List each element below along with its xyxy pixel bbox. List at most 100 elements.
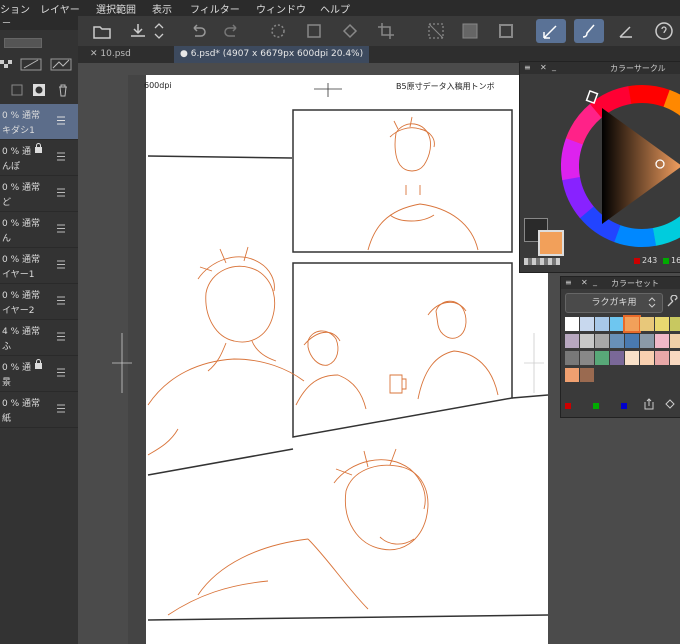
color-swatch[interactable]: [565, 334, 579, 348]
crop-icon[interactable]: [374, 19, 398, 43]
drag-handle-icon[interactable]: [57, 296, 65, 305]
close-icon[interactable]: ✕: [90, 49, 100, 59]
minimize-icon[interactable]: _: [552, 62, 556, 71]
red-swatch-icon[interactable]: [565, 403, 571, 409]
color-swatch[interactable]: [670, 351, 680, 365]
drag-handle-icon[interactable]: [57, 116, 65, 125]
color-swatch[interactable]: [640, 317, 654, 331]
eraser-tool-icon[interactable]: [614, 19, 638, 43]
color-swatch[interactable]: [640, 334, 654, 348]
color-swatch[interactable]: [580, 317, 594, 331]
color-wheel[interactable]: [558, 78, 680, 254]
layer-row[interactable]: 0 % 通常 イヤー1: [0, 248, 78, 284]
stepper-icon[interactable]: [152, 19, 166, 43]
drag-handle-icon[interactable]: [57, 188, 65, 197]
close-icon[interactable]: ✕: [581, 278, 588, 287]
color-swatch[interactable]: [565, 368, 579, 382]
color-swatch[interactable]: [610, 317, 624, 331]
minimize-icon[interactable]: _: [593, 277, 597, 286]
save-icon[interactable]: [126, 19, 150, 43]
color-swatch[interactable]: [610, 334, 624, 348]
green-channel-icon: [663, 258, 669, 264]
drag-handle-icon[interactable]: [57, 152, 65, 161]
color-swatch[interactable]: [610, 351, 624, 365]
close-icon[interactable]: ✕: [540, 63, 547, 72]
color-swatch[interactable]: [670, 334, 680, 348]
menu-item-layer[interactable]: レイヤー: [40, 1, 80, 16]
tab-10psd[interactable]: ✕ 10.psd: [84, 46, 137, 63]
import-icon[interactable]: [643, 397, 655, 411]
layer-row[interactable]: 0 % 通 景: [0, 356, 78, 392]
transform-icon[interactable]: [302, 19, 326, 43]
color-swatch[interactable]: [565, 351, 579, 365]
drag-handle-icon[interactable]: [57, 332, 65, 341]
color-swatch[interactable]: [595, 334, 609, 348]
brush-tool-icon[interactable]: [574, 19, 604, 43]
clear-icon[interactable]: [266, 19, 290, 43]
menu-item-selection[interactable]: 選択範囲: [96, 1, 136, 16]
layer-property-icon[interactable]: [50, 56, 72, 72]
blue-swatch-icon[interactable]: [621, 403, 627, 409]
main-color-swatch[interactable]: [538, 230, 564, 256]
redo-icon[interactable]: [220, 19, 244, 43]
drag-handle-icon[interactable]: [57, 368, 65, 377]
menu-item-view[interactable]: 表示: [152, 1, 172, 16]
selection-border-icon[interactable]: [494, 19, 518, 43]
layer-row[interactable]: 0 % 通常 ど: [0, 176, 78, 212]
trash-icon[interactable]: [56, 82, 70, 97]
menu-bar: ション レイヤー 選択範囲 表示 フィルター ウィンドウ ヘルプ: [0, 0, 680, 16]
tab-6psd[interactable]: ● 6.psd* (4907 x 6679px 600dpi 20.4%): [174, 46, 370, 63]
lock-icon[interactable]: [34, 359, 43, 369]
color-swatch[interactable]: [580, 334, 594, 348]
menu-icon[interactable]: ≡: [524, 63, 531, 72]
color-swatch[interactable]: [655, 351, 669, 365]
menu-item-action[interactable]: ション: [0, 1, 30, 16]
menu-icon[interactable]: ≡: [565, 278, 572, 287]
color-swatch[interactable]: [625, 351, 639, 365]
layer-row[interactable]: 0 % 通常 紙: [0, 392, 78, 428]
pen-tool-icon[interactable]: [536, 19, 566, 43]
mask-link-icon[interactable]: [20, 56, 42, 72]
fill-icon[interactable]: [338, 19, 362, 43]
menu-item-window[interactable]: ウィンドウ: [256, 1, 306, 16]
drag-handle-icon[interactable]: [57, 404, 65, 413]
checker-grid-icon[interactable]: [0, 56, 12, 72]
color-swatch[interactable]: [625, 334, 639, 348]
deselect-icon[interactable]: [424, 19, 448, 43]
layer-row[interactable]: 0 % 通常 イヤー2: [0, 284, 78, 320]
layer-row[interactable]: 0 % 通常 ん: [0, 212, 78, 248]
layer-row[interactable]: 0 % 通 んぽ: [0, 140, 78, 176]
color-swatch[interactable]: [623, 315, 641, 333]
color-swatch[interactable]: [565, 317, 579, 331]
fill-bucket-icon[interactable]: [663, 397, 677, 411]
invert-selection-icon[interactable]: [458, 19, 482, 43]
color-swatch[interactable]: [595, 351, 609, 365]
crop-mark-right: [524, 333, 544, 393]
mask-icon[interactable]: [32, 82, 46, 96]
layer-row[interactable]: 4 % 通常 ふ: [0, 320, 78, 356]
drag-handle-icon[interactable]: [57, 260, 65, 269]
color-swatch[interactable]: [580, 351, 594, 365]
layer-row[interactable]: 0 % 通常 キダシ1: [0, 104, 78, 140]
undo-icon[interactable]: [186, 19, 210, 43]
color-swatch[interactable]: [595, 317, 609, 331]
opacity-slider[interactable]: [4, 38, 42, 48]
help-icon[interactable]: [652, 19, 676, 43]
color-swatch[interactable]: [655, 334, 669, 348]
lock-icon[interactable]: [34, 143, 43, 153]
color-swatch[interactable]: [655, 317, 669, 331]
green-swatch-icon[interactable]: [593, 403, 599, 409]
drag-handle-icon[interactable]: [57, 224, 65, 233]
red-channel-icon: [634, 258, 640, 264]
wrench-icon[interactable]: [665, 295, 679, 309]
transparent-swatch[interactable]: [524, 258, 560, 265]
manga-page[interactable]: 600dpi B5原寸データ入稿用トンボ: [128, 75, 548, 644]
menu-item-filter[interactable]: フィルター: [190, 1, 240, 16]
layer-panel: ー 0 % 通常 キダシ1 0 % 通 んぽ 0 % 通常 ど 0 % 通常 ん: [0, 16, 78, 644]
open-folder-icon[interactable]: [90, 19, 114, 43]
link-icon[interactable]: [10, 82, 24, 96]
menu-item-help[interactable]: ヘルプ: [320, 1, 350, 16]
color-swatch[interactable]: [580, 368, 594, 382]
color-swatch[interactable]: [670, 317, 680, 331]
color-swatch[interactable]: [640, 351, 654, 365]
